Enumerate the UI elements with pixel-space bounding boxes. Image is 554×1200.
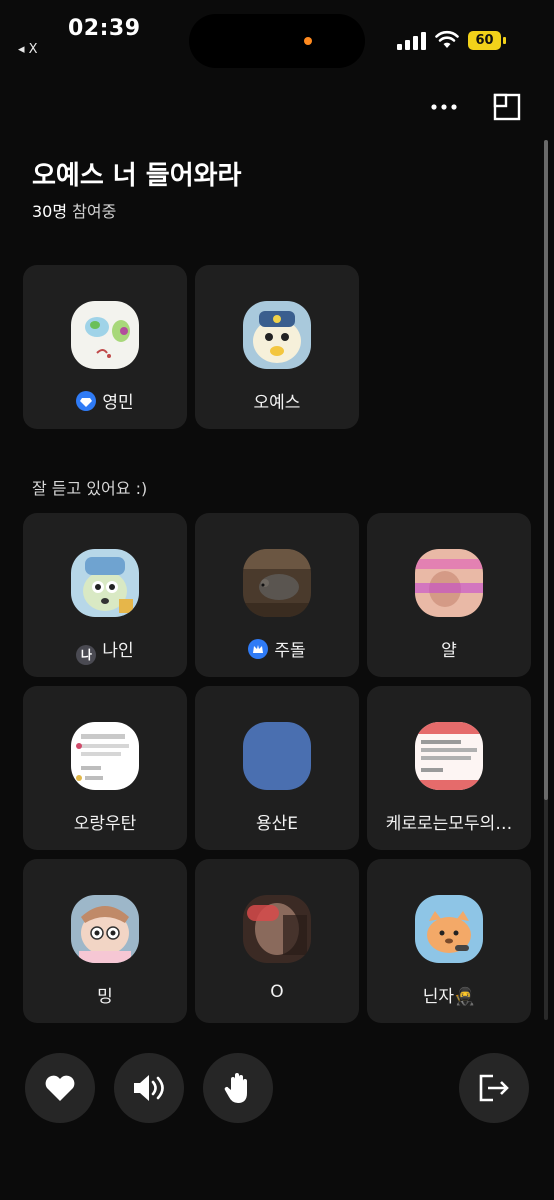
avatar — [243, 301, 311, 369]
more-options-icon[interactable] — [428, 94, 460, 120]
heart-icon — [45, 1075, 75, 1101]
listener-card[interactable]: 얄 — [367, 513, 531, 677]
participant-name: 닌자🥷 — [422, 987, 476, 1007]
listener-card[interactable]: 용산E — [195, 686, 359, 850]
diamond-badge-icon — [76, 391, 97, 411]
avatar — [243, 549, 311, 617]
listener-card[interactable]: 주돌 — [195, 513, 359, 677]
crown-badge-icon — [248, 639, 269, 659]
participant-name: 나 나인 — [27, 636, 183, 665]
avatar — [243, 722, 311, 790]
clock: 02:39 — [68, 16, 141, 41]
listeners-section-label: 잘 듣고 있어요 :) — [32, 479, 148, 498]
avatar — [71, 549, 139, 617]
battery-indicator: 60 — [468, 31, 508, 50]
participant-name-text: 주돌 — [274, 641, 306, 661]
scrollbar-thumb[interactable] — [544, 140, 548, 800]
participant-name: 영민 — [27, 388, 183, 413]
participant-suffix: 참여중 — [67, 202, 117, 221]
participant-name: 오예스 — [253, 393, 301, 413]
participant-name: 용산E — [255, 814, 299, 834]
speaker-card[interactable]: 오예스 — [195, 265, 359, 429]
participant-name: 주돌 — [199, 636, 355, 661]
wifi-icon — [435, 30, 459, 48]
status-bar: 02:39 ◂ X 60 — [0, 0, 554, 70]
participant-name-text: 나인 — [102, 641, 134, 661]
avatar — [415, 549, 483, 617]
avatar — [71, 722, 139, 790]
room-title: 오예스 너 들어와라 — [32, 161, 242, 191]
listener-card[interactable]: 닌자🥷 — [367, 859, 531, 1023]
participant-name: 케로로는모두의… — [385, 814, 513, 834]
battery-level: 60 — [468, 31, 501, 50]
cellular-signal-icon — [397, 32, 426, 50]
recording-indicator — [304, 37, 312, 45]
participant-count: 30명 참여중 — [32, 198, 116, 222]
dynamic-island — [189, 14, 365, 68]
like-button[interactable] — [25, 1053, 95, 1123]
avatar — [71, 301, 139, 369]
participant-number: 30명 — [32, 202, 68, 221]
speaker-icon — [134, 1075, 164, 1101]
participant-name: 얄 — [441, 641, 457, 661]
exit-icon — [479, 1074, 509, 1102]
minimize-icon[interactable] — [493, 93, 521, 121]
participant-name-text: 영민 — [102, 393, 134, 413]
participant-name: 오랑우탄 — [73, 814, 137, 834]
avatar — [71, 895, 139, 963]
listener-card[interactable]: O — [195, 859, 359, 1023]
hand-icon — [224, 1073, 247, 1103]
battery-tip — [503, 37, 506, 44]
avatar — [243, 895, 311, 963]
speaker-card[interactable]: 영민 — [23, 265, 187, 429]
participant-name: 밍 — [97, 987, 113, 1007]
listener-card[interactable]: 오랑우탄 — [23, 686, 187, 850]
nine-badge-icon: 나 — [76, 645, 97, 665]
speaker-button[interactable] — [114, 1053, 184, 1123]
listener-card[interactable]: 밍 — [23, 859, 187, 1023]
raise-hand-button[interactable] — [203, 1053, 273, 1123]
listener-card[interactable]: 케로로는모두의… — [367, 686, 531, 850]
back-to-app-link[interactable]: ◂ X — [18, 42, 38, 57]
avatar — [415, 722, 483, 790]
listener-card[interactable]: 나 나인 — [23, 513, 187, 677]
avatar — [415, 895, 483, 963]
leave-button[interactable] — [459, 1053, 529, 1123]
participant-name: O — [270, 982, 284, 1002]
